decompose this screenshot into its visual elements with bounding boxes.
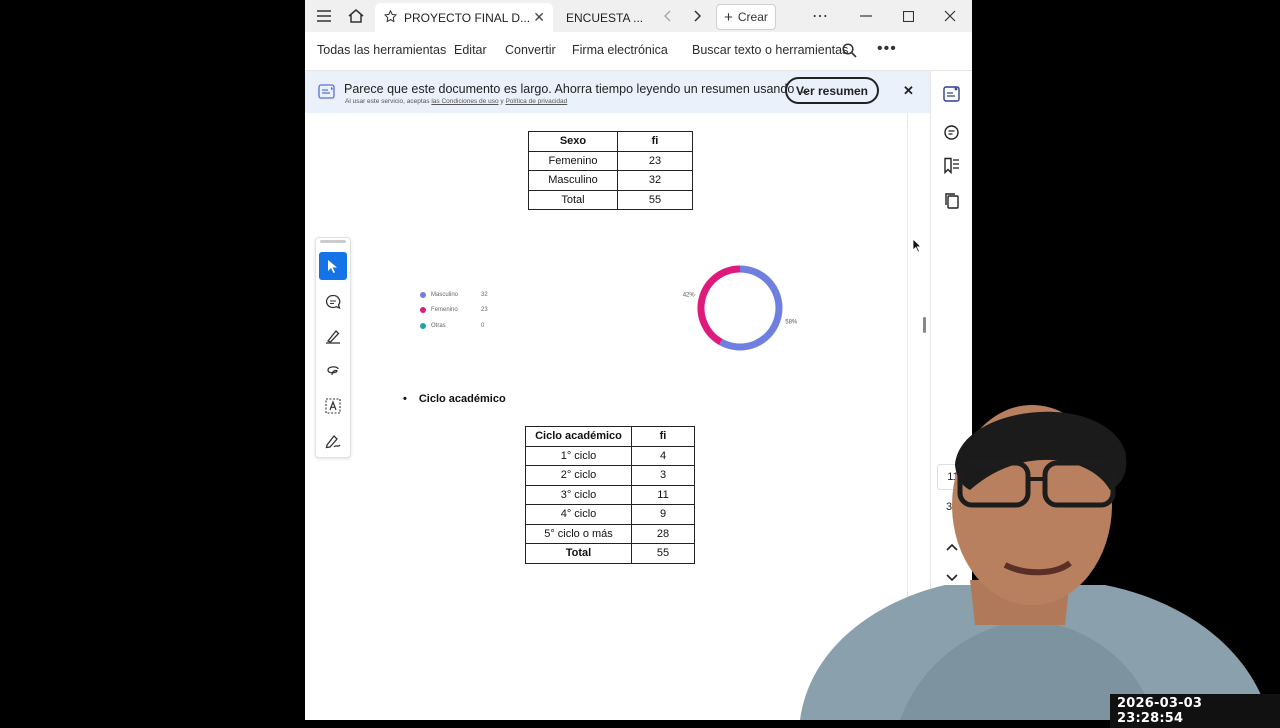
recording-timestamp: 2026-03-03 23:28:54 xyxy=(1110,694,1280,728)
close-banner-icon[interactable]: ✕ xyxy=(903,83,914,99)
table-row: Masculino 32 xyxy=(528,170,693,191)
terms-link[interactable]: las Condiciones de uso xyxy=(431,98,498,105)
table-cell: 3° ciclo xyxy=(525,484,632,505)
tab-label: PROYECTO FINAL D... xyxy=(404,10,531,25)
draw-tool-icon[interactable] xyxy=(319,357,347,385)
section-heading: • Ciclo académico xyxy=(403,393,506,405)
menu-all-tools[interactable]: Todas las herramientas xyxy=(317,43,446,57)
table-row: Femenino 23 xyxy=(528,150,693,171)
more-options-icon[interactable]: ⋯ xyxy=(808,4,832,28)
search-icon[interactable] xyxy=(842,43,857,63)
table-row: Sexo fi xyxy=(528,131,693,152)
mouse-cursor-icon xyxy=(912,238,922,253)
create-button[interactable]: + Crear xyxy=(716,4,776,30)
scrollbar-thumb[interactable] xyxy=(923,317,926,333)
quick-tools-panel xyxy=(315,237,351,458)
table-row: 4° ciclo 9 xyxy=(525,504,695,525)
ai-assistant-icon[interactable] xyxy=(943,85,961,108)
chevron-right-icon[interactable] xyxy=(689,4,705,28)
select-tool-icon[interactable] xyxy=(319,252,347,280)
table-row: Total 55 xyxy=(528,189,693,210)
table-cell: 2° ciclo xyxy=(525,465,632,486)
table-cell: 4 xyxy=(631,445,695,466)
close-tab-icon[interactable]: ✕ xyxy=(533,9,545,26)
table-row: 5° ciclo o más 28 xyxy=(525,523,695,544)
table-row: 2° ciclo 3 xyxy=(525,465,695,486)
close-window-icon[interactable] xyxy=(938,4,962,28)
banner-message: Parece que este documento es largo. Ahor… xyxy=(344,82,809,96)
table-header: Ciclo académico xyxy=(525,426,632,447)
more-tools-icon[interactable]: ••• xyxy=(877,40,897,58)
maximize-icon[interactable] xyxy=(896,4,920,28)
home-icon[interactable] xyxy=(345,4,367,28)
chart-legend: Masculino 32 Femenino 23 Otras 0 xyxy=(420,287,488,334)
table-cell: 11 xyxy=(631,484,695,505)
minimize-icon[interactable] xyxy=(854,4,878,28)
table-row: 1° ciclo 4 xyxy=(525,445,695,466)
legend-swatch xyxy=(420,307,426,314)
donut-slice-masculino xyxy=(719,265,783,351)
donut-percent-label: 42% xyxy=(683,293,696,299)
table-row: 3° ciclo 11 xyxy=(525,484,695,505)
table-header: fi xyxy=(631,426,695,447)
table-cell: 4° ciclo xyxy=(525,504,632,525)
ciclo-table: Ciclo académico fi 1° ciclo 4 2° ciclo 3… xyxy=(525,426,695,564)
table-cell: Total xyxy=(528,189,618,210)
table-cell: Masculino xyxy=(528,170,618,191)
legend-item: Masculino 32 xyxy=(420,287,488,303)
table-cell: Total xyxy=(525,543,632,564)
table-cell: 55 xyxy=(617,189,693,210)
sign-tool-icon[interactable] xyxy=(319,427,347,455)
table-cell: 23 xyxy=(617,150,693,171)
donut-slice-femenino xyxy=(697,265,741,346)
legend-swatch xyxy=(420,291,426,298)
tab-label: ENCUESTA ... xyxy=(566,10,644,25)
menu-edit[interactable]: Editar xyxy=(454,43,487,57)
menu-convert[interactable]: Convertir xyxy=(505,43,556,57)
privacy-link[interactable]: Política de privacidad xyxy=(505,98,567,105)
bullet: • xyxy=(403,393,407,405)
table-cell: 55 xyxy=(631,543,695,564)
bookmarks-icon[interactable] xyxy=(943,157,960,179)
title-tab-bar: PROYECTO FINAL D... ✕ ENCUESTA ... + Cre… xyxy=(305,0,972,33)
pages-thumbnails-icon[interactable] xyxy=(943,192,960,214)
donut-chart: 58% 42% xyxy=(683,265,798,351)
table-cell: 3 xyxy=(631,465,695,486)
plus-icon: + xyxy=(724,8,733,26)
star-icon[interactable] xyxy=(383,9,398,27)
hamburger-menu-icon[interactable] xyxy=(313,4,335,28)
tab-encuesta[interactable]: ENCUESTA ... xyxy=(558,3,648,32)
legend-item: Otras 0 xyxy=(420,318,488,334)
legend-item: Femenino 23 xyxy=(420,303,488,319)
table-header: Sexo xyxy=(528,131,618,152)
table-header: fi xyxy=(617,131,693,152)
webcam-person-image xyxy=(800,405,1270,720)
table-row: Total 55 xyxy=(525,543,695,564)
text-box-tool-icon[interactable] xyxy=(319,392,347,420)
chevron-left-icon[interactable] xyxy=(660,4,676,28)
highlight-tool-icon[interactable] xyxy=(319,322,347,350)
table-cell: 28 xyxy=(631,523,695,544)
summary-banner: Parece que este documento es largo. Ahor… xyxy=(305,71,930,113)
view-summary-button[interactable]: Ver resumen xyxy=(785,77,879,104)
donut-percent-label: 58% xyxy=(785,319,798,325)
search-tools-button[interactable]: Buscar texto o herramientas xyxy=(692,43,848,57)
tools-menubar: Todas las herramientas Editar Convertir … xyxy=(305,32,972,71)
table-cell: Femenino xyxy=(528,150,618,171)
legend-swatch xyxy=(420,322,426,329)
banner-terms: Al usar este servicio, aceptas las Condi… xyxy=(345,98,568,105)
table-cell: 1° ciclo xyxy=(525,445,632,466)
comments-panel-icon[interactable] xyxy=(943,124,960,146)
comment-tool-icon[interactable] xyxy=(319,288,347,316)
panel-drag-handle[interactable] xyxy=(320,240,346,243)
table-row: Ciclo académico fi xyxy=(525,426,695,447)
sexo-table: Sexo fi Femenino 23 Masculino 32 Total 5… xyxy=(528,131,693,210)
table-cell: 9 xyxy=(631,504,695,525)
tab-proyecto-final[interactable]: PROYECTO FINAL D... ✕ xyxy=(375,3,553,32)
table-cell: 5° ciclo o más xyxy=(525,523,632,544)
ai-summary-icon xyxy=(318,83,335,105)
menu-e-signature[interactable]: Firma electrónica xyxy=(572,43,668,57)
table-cell: 32 xyxy=(617,170,693,191)
